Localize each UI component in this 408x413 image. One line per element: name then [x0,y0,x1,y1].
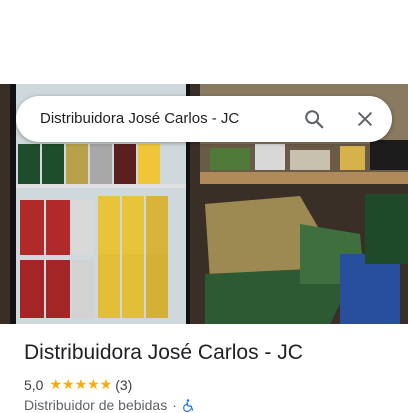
star-rating: ★★★★★ [49,376,113,392]
close-icon [358,112,372,126]
search-bar[interactable]: Distribuidora José Carlos - JC [16,96,392,142]
search-icon [305,110,324,129]
separator-dot: · [172,397,177,413]
search-query-text[interactable]: Distribuidora José Carlos - JC [40,110,239,127]
search-button[interactable] [298,103,330,135]
rating-value: 5,0 [24,376,44,393]
place-category[interactable]: Distribuidor de bebidas [24,397,167,413]
close-button[interactable] [349,103,381,135]
place-title: Distribuidora José Carlos - JC [24,341,303,364]
rating-row: 5,0 ★★★★★ (3) [24,376,132,393]
review-count-link[interactable]: (3) [115,377,132,393]
category-row: Distribuidor de bebidas · [24,397,194,413]
wheelchair-accessible-icon [182,398,194,412]
